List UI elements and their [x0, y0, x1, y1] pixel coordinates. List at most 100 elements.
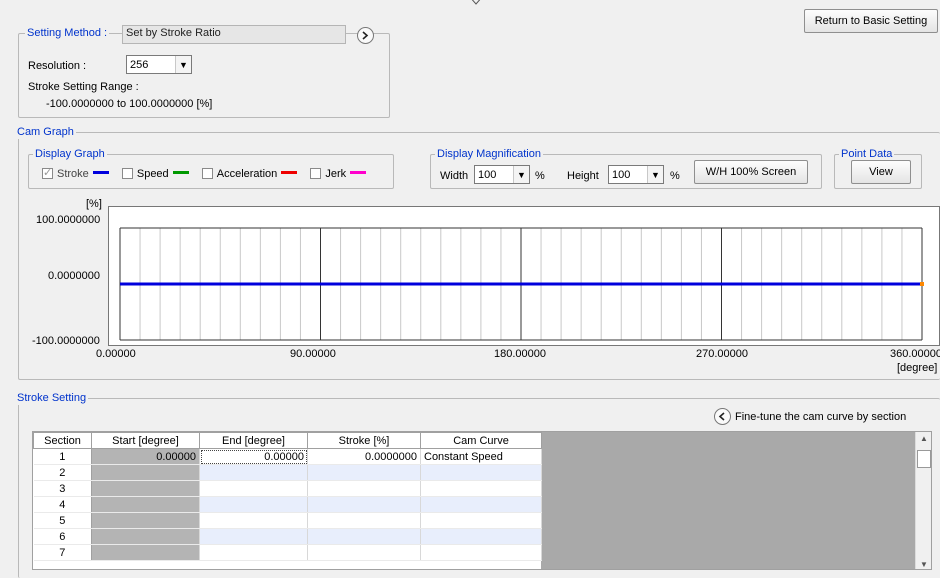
resolution-select[interactable]: 256 ▼	[126, 55, 192, 74]
start-cell[interactable]	[91, 512, 200, 529]
end-cell[interactable]: 0.00000	[199, 448, 308, 465]
stroke-cell[interactable]: 0.0000000	[307, 448, 421, 465]
section-cell[interactable]: 5	[33, 512, 92, 529]
end-cell[interactable]	[199, 496, 308, 513]
height-label: Height	[567, 170, 599, 182]
table-row[interactable]: 6	[33, 528, 542, 545]
stroke-cell[interactable]	[307, 464, 421, 481]
stroke-cell[interactable]	[307, 528, 421, 545]
cam-curve-cell[interactable]	[420, 496, 542, 513]
col-end[interactable]: End [degree]	[199, 432, 308, 449]
chevron-right-icon	[362, 31, 369, 40]
width-value: 100	[478, 168, 497, 181]
stroke-cell[interactable]	[307, 512, 421, 529]
col-cam-curve[interactable]: Cam Curve	[420, 432, 542, 449]
point-data-view-button[interactable]: View	[851, 160, 911, 184]
series-end-marker	[920, 282, 924, 286]
setting-method-expand-button[interactable]	[357, 27, 374, 44]
width-label: Width	[440, 170, 469, 182]
x-tick-90: 90.00000	[290, 348, 336, 360]
y-tick-max: 100.0000000	[36, 214, 101, 226]
chevron-down-icon: ▼	[647, 166, 663, 183]
collapse-chevron-icon[interactable]	[466, 0, 486, 8]
y-tick-zero: 0.0000000	[48, 270, 100, 282]
width-select[interactable]: 100 ▼	[474, 165, 530, 184]
scroll-down-icon[interactable]: ▼	[920, 560, 928, 569]
x-tick-0: 0.00000	[96, 348, 136, 360]
x-tick-270: 270.00000	[696, 348, 748, 360]
setting-method-legend: Setting Method :	[25, 26, 110, 40]
start-cell[interactable]	[91, 528, 200, 545]
plot-background	[108, 206, 940, 346]
section-cell[interactable]: 2	[33, 464, 92, 481]
cam-curve-cell[interactable]	[420, 544, 542, 561]
stroke-cell[interactable]	[307, 544, 421, 561]
section-cell[interactable]: 7	[33, 544, 92, 561]
end-cell[interactable]	[199, 464, 308, 481]
cam-curve-cell[interactable]: Constant Speed	[420, 448, 542, 465]
display-magnification-legend: Display Magnification	[435, 147, 543, 161]
table-row[interactable]: 7	[33, 544, 542, 561]
cam-curve-cell[interactable]	[420, 480, 542, 497]
display-graph-legend: Display Graph	[33, 147, 107, 161]
point-data-legend: Point Data	[839, 147, 895, 161]
scroll-up-icon[interactable]: ▲	[920, 434, 928, 443]
section-cell[interactable]: 1	[33, 448, 92, 465]
stroke-cell[interactable]	[307, 480, 421, 497]
stroke-cell[interactable]	[307, 496, 421, 513]
start-cell[interactable]: 0.00000	[91, 448, 200, 465]
table-row[interactable]: 4	[33, 496, 542, 513]
acceleration-checkbox[interactable]: Acceleration	[201, 168, 277, 180]
display-graph-checkboxes: Stroke Speed Acceleration Jerk	[42, 166, 376, 180]
stroke-table: Section Start [degree] End [degree] Stro…	[33, 432, 542, 561]
setting-method-value: Set by Stroke Ratio	[122, 25, 346, 44]
jerk-checkbox[interactable]: Jerk	[310, 168, 346, 180]
height-value: 100	[612, 168, 631, 181]
speed-color-swatch	[172, 171, 189, 174]
start-cell[interactable]	[91, 464, 200, 481]
chevron-left-icon	[714, 408, 731, 425]
wh-100-screen-button[interactable]: W/H 100% Screen	[694, 160, 808, 184]
width-unit: %	[535, 170, 545, 182]
end-cell[interactable]	[199, 544, 308, 561]
cam-curve-cell[interactable]	[420, 464, 542, 481]
end-cell[interactable]	[199, 512, 308, 529]
end-cell[interactable]	[199, 480, 308, 497]
table-row[interactable]: 2	[33, 464, 542, 481]
cam-graph-legend: Cam Graph	[15, 125, 76, 139]
stroke-range-label: Stroke Setting Range :	[28, 81, 139, 93]
x-tick-180: 180.00000	[494, 348, 546, 360]
x-unit-label: [degree]	[897, 362, 938, 374]
jerk-color-swatch	[350, 171, 367, 174]
stroke-range-value: -100.0000000 to 100.0000000 [%]	[46, 98, 213, 110]
chevron-down-icon: ▼	[175, 56, 191, 73]
table-row[interactable]: 3	[33, 480, 542, 497]
table-header-row: Section Start [degree] End [degree] Stro…	[33, 432, 542, 449]
start-cell[interactable]	[91, 480, 200, 497]
vertical-scrollbar[interactable]: ▲ ▼	[915, 432, 931, 569]
table-row[interactable]: 5	[33, 512, 542, 529]
cam-curve-cell[interactable]	[420, 528, 542, 545]
stroke-checkbox[interactable]: Stroke	[42, 166, 89, 180]
start-cell[interactable]	[91, 544, 200, 561]
col-section[interactable]: Section	[33, 432, 92, 449]
section-cell[interactable]: 3	[33, 480, 92, 497]
resolution-value: 256	[130, 58, 149, 71]
cam-curve-cell[interactable]	[420, 512, 542, 529]
cam-graph-plot[interactable]	[108, 206, 940, 346]
section-cell[interactable]: 4	[33, 496, 92, 513]
end-cell[interactable]	[199, 528, 308, 545]
height-select[interactable]: 100 ▼	[608, 165, 664, 184]
fine-tune-link[interactable]: Fine-tune the cam curve by section	[714, 408, 906, 425]
acceleration-color-swatch	[281, 171, 298, 174]
table-row[interactable]: 1 0.00000 0.00000 0.0000000 Constant Speed	[33, 448, 542, 465]
scrollbar-thumb[interactable]	[917, 450, 931, 468]
col-stroke[interactable]: Stroke [%]	[307, 432, 421, 449]
fine-tune-label: Fine-tune the cam curve by section	[735, 410, 907, 423]
speed-checkbox[interactable]: Speed	[121, 168, 169, 180]
col-start[interactable]: Start [degree]	[91, 432, 200, 449]
section-cell[interactable]: 6	[33, 528, 92, 545]
start-cell[interactable]	[91, 496, 200, 513]
return-to-basic-setting-button[interactable]: Return to Basic Setting	[804, 9, 938, 33]
stroke-color-swatch	[92, 171, 109, 174]
